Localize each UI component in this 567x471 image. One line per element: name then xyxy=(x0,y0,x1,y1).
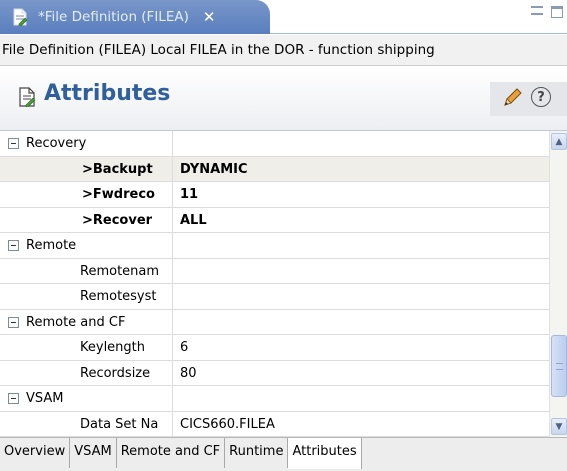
tab-overview[interactable]: Overview xyxy=(0,438,71,468)
attribute-name: >Fwdreco xyxy=(82,187,155,202)
group-row-remote-and-cf[interactable]: Remote and CF xyxy=(0,309,549,335)
group-label: Recovery xyxy=(26,136,87,151)
editor-page-tabs: Overview VSAM Remote and CF Runtime Attr… xyxy=(0,437,567,471)
collapse-icon[interactable] xyxy=(8,316,19,328)
table-row[interactable]: Data Set Na CICS660.FILEA xyxy=(0,411,549,437)
attribute-value[interactable]: 11 xyxy=(180,182,198,207)
file-edit-icon xyxy=(13,8,28,26)
column-divider xyxy=(172,335,173,360)
attribute-value[interactable]: CICS660.FILEA xyxy=(180,412,275,437)
pencil-icon[interactable] xyxy=(501,87,523,109)
scroll-up-icon[interactable]: ▲ xyxy=(551,133,567,150)
tab-attributes[interactable]: Attributes xyxy=(288,438,362,469)
minimize-icon[interactable] xyxy=(531,6,543,15)
attribute-name: Keylength xyxy=(80,340,146,355)
attribute-value[interactable]: ALL xyxy=(180,208,207,233)
scroll-down-icon[interactable]: ▼ xyxy=(551,418,567,435)
table-row[interactable]: >Recover ALL xyxy=(0,207,549,233)
maximize-icon[interactable] xyxy=(551,6,563,18)
scrollbar-thumb[interactable] xyxy=(551,335,567,397)
attribute-name: >Recover xyxy=(82,212,153,228)
group-label: Remote xyxy=(26,238,77,253)
help-icon[interactable]: ? xyxy=(531,87,551,107)
attribute-value[interactable]: 6 xyxy=(180,335,188,360)
collapse-icon[interactable] xyxy=(8,393,19,404)
table-row[interactable]: Remotenam xyxy=(0,258,549,284)
page-title: Attributes xyxy=(44,81,171,106)
editor-description: File Definition (FILEA) Local FILEA in t… xyxy=(0,35,567,66)
editor-tabstrip: *File Definition (FILEA) ✕ xyxy=(0,0,567,34)
tab-vsam[interactable]: VSAM xyxy=(70,438,117,468)
attributes-table: Recovery >Backupt DYNAMIC >Fwdreco 11 >R… xyxy=(0,131,549,437)
tab-remote-and-cf[interactable]: Remote and CF xyxy=(117,438,226,468)
column-divider xyxy=(172,233,173,258)
attribute-name: >Backupt xyxy=(82,161,153,177)
column-divider xyxy=(172,258,173,283)
group-row-vsam[interactable]: VSAM xyxy=(0,386,549,412)
group-row-recovery[interactable]: Recovery xyxy=(0,131,549,157)
column-divider xyxy=(172,284,173,309)
table-row[interactable]: Keylength 6 xyxy=(0,335,549,361)
column-divider xyxy=(172,182,173,207)
editor-tab-title: *File Definition (FILEA) xyxy=(38,9,189,25)
tab-runtime[interactable]: Runtime xyxy=(225,438,289,468)
group-label: Remote and CF xyxy=(26,314,126,330)
column-divider xyxy=(172,156,173,181)
column-divider xyxy=(172,386,173,411)
column-divider xyxy=(172,360,173,385)
collapse-icon[interactable] xyxy=(8,240,19,251)
group-row-remote[interactable]: Remote xyxy=(0,233,549,259)
vertical-scrollbar[interactable]: ▲ ▼ xyxy=(549,131,567,437)
table-row[interactable]: Recordsize 80 xyxy=(0,360,549,386)
group-label: VSAM xyxy=(26,391,64,406)
attribute-name: Recordsize xyxy=(80,365,151,381)
attribute-name: Data Set Na xyxy=(80,416,159,432)
column-divider xyxy=(172,131,173,156)
window-controls xyxy=(531,6,563,18)
file-edit-icon xyxy=(19,87,36,107)
attribute-value[interactable]: DYNAMIC xyxy=(180,157,248,182)
table-row[interactable]: >Backupt DYNAMIC xyxy=(0,156,549,182)
column-divider xyxy=(172,309,173,334)
table-row[interactable]: >Fwdreco 11 xyxy=(0,182,549,208)
table-row[interactable]: Remotesyst xyxy=(0,284,549,310)
attribute-name: Remotenam xyxy=(80,263,160,279)
column-divider xyxy=(172,207,173,232)
grip-icon xyxy=(556,363,563,370)
attribute-name: Remotesyst xyxy=(80,289,157,304)
attribute-value[interactable]: 80 xyxy=(180,361,197,386)
collapse-icon[interactable] xyxy=(8,138,19,149)
column-divider xyxy=(172,411,173,436)
close-icon[interactable]: ✕ xyxy=(203,9,216,25)
form-header: Attributes ? xyxy=(0,67,567,131)
editor-tab-file-definition[interactable]: *File Definition (FILEA) ✕ xyxy=(0,0,270,34)
